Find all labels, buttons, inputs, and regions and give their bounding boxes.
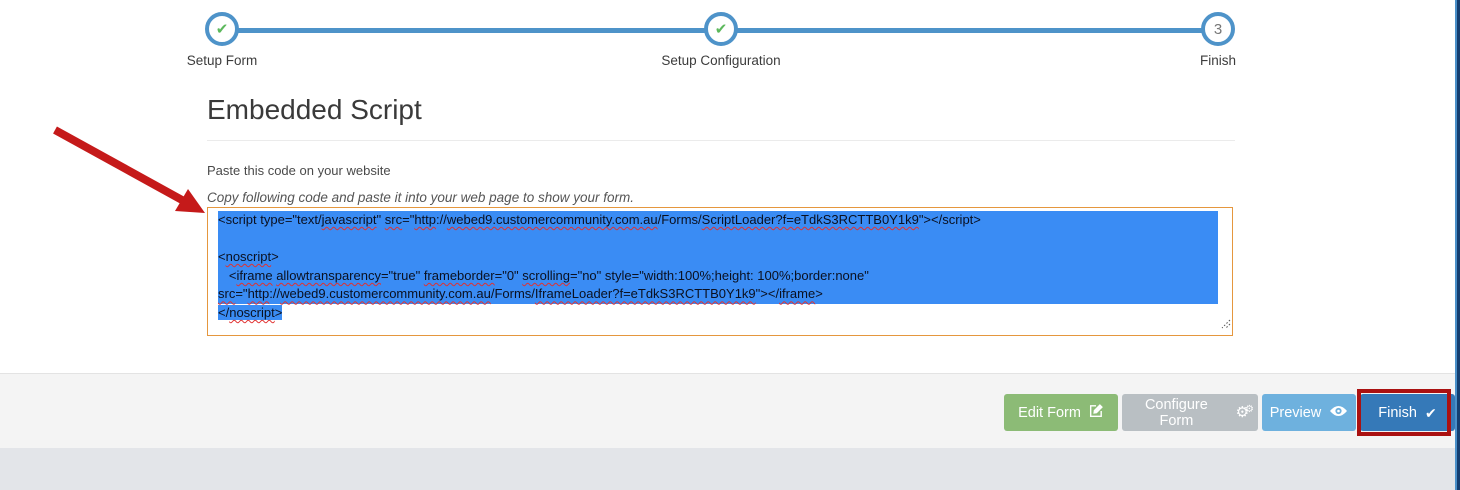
textarea-resize-handle[interactable]: [1220, 316, 1231, 334]
instruction-label: Paste this code on your website: [207, 163, 391, 178]
footer-action-bar: Edit Form Configure Form ⚙ ⚙ Preview Fin…: [0, 373, 1460, 448]
code-line: </noscript>: [218, 304, 283, 320]
code-line: src="http://webed9.customercommunity.com…: [218, 285, 1218, 304]
title-divider: [207, 140, 1235, 141]
finish-label: Finish: [1378, 404, 1417, 421]
edit-form-button[interactable]: Edit Form: [1004, 394, 1118, 431]
preview-label: Preview: [1269, 404, 1322, 421]
step-number: 3: [1213, 20, 1223, 38]
stepper-step-1-circle: ✔: [205, 12, 239, 46]
stepper-label-finish: Finish: [1199, 53, 1236, 68]
page-title: Embedded Script: [207, 94, 422, 125]
check-icon: ✔: [1424, 404, 1437, 421]
configure-form-button[interactable]: Configure Form ⚙ ⚙: [1122, 394, 1258, 431]
edit-form-label: Edit Form: [1018, 404, 1081, 421]
gears-icon: ⚙ ⚙: [1235, 403, 1254, 421]
code-line: [218, 229, 1218, 249]
annotation-arrow: [53, 126, 205, 213]
check-icon: ✔: [714, 20, 728, 38]
copy-code-hint: Copy following code and paste it into yo…: [207, 190, 634, 205]
stepper-label-setup-form: Setup Form: [186, 53, 258, 68]
stepper-label-setup-configuration: Setup Configuration: [661, 53, 781, 68]
code-line: <noscript>: [218, 248, 1218, 267]
configure-form-label: Configure Form: [1144, 396, 1208, 429]
eye-icon: [1329, 404, 1348, 422]
edit-icon: [1089, 403, 1104, 422]
code-line: <iframe allowtransparency="true" framebo…: [218, 266, 1218, 286]
wizard-finish-page: ✔ ✔ 3 Setup Form Setup Configuration Fin…: [0, 0, 1460, 490]
embed-code-textarea[interactable]: <script type="text/javascript" src="http…: [207, 207, 1233, 336]
check-icon: ✔: [215, 20, 229, 38]
footer-buttons: Edit Form Configure Form ⚙ ⚙ Preview Fin…: [1004, 389, 1455, 436]
code-line: <script type="text/javascript" src="http…: [218, 211, 1218, 230]
stepper-step-3-circle: 3: [1201, 12, 1235, 46]
embed-code-content: <script type="text/javascript" src="http…: [218, 211, 1232, 323]
finish-button[interactable]: Finish ✔: [1357, 389, 1455, 436]
bottom-strip: [0, 448, 1460, 490]
preview-button[interactable]: Preview: [1262, 394, 1356, 431]
stepper-step-2-circle: ✔: [704, 12, 738, 46]
